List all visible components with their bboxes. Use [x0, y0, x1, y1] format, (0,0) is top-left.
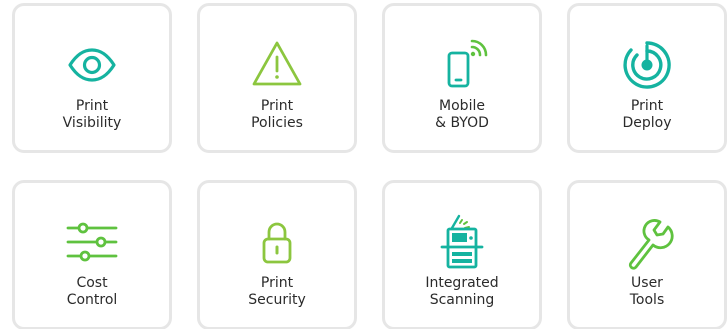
tile-print-policies[interactable]: Print Policies — [197, 3, 357, 153]
tile-label-line2: Tools — [629, 292, 665, 308]
wrench-icon — [619, 214, 675, 270]
eye-icon — [64, 37, 120, 93]
tile-print-deploy[interactable]: Print Deploy — [567, 3, 727, 153]
tile-label-line2: Policies — [251, 115, 303, 131]
tile-label-line1: Print — [260, 98, 294, 114]
tile-label-line2: Deploy — [622, 115, 672, 131]
tile-label-line1: User — [631, 275, 663, 291]
tile-label-line2: Scanning — [429, 292, 495, 308]
feature-tile-grid: Print Visibility Print Policies Mobile &… — [0, 0, 728, 329]
tile-label-line1: Print — [75, 98, 109, 114]
tile-label-line2: & BYOD — [435, 115, 489, 131]
tile-integrated-scanning[interactable]: Integrated Scanning — [382, 180, 542, 329]
tile-label: Cost Control — [15, 275, 169, 309]
tile-label: Print Security — [200, 275, 354, 309]
tile-label-line2: Security — [248, 292, 306, 308]
padlock-icon — [249, 214, 305, 270]
tile-label-line1: Cost — [76, 275, 108, 291]
tile-label-line1: Print — [630, 98, 664, 114]
radar-icon — [619, 37, 675, 93]
tile-label: Print Policies — [200, 98, 354, 132]
tile-label: Integrated Scanning — [385, 275, 539, 309]
tile-label: Mobile & BYOD — [385, 98, 539, 132]
tile-label: Print Deploy — [570, 98, 724, 132]
tile-label-line2: Control — [66, 292, 118, 308]
tile-label: User Tools — [570, 275, 724, 309]
warning-triangle-icon — [249, 37, 305, 93]
tile-label-line1: Mobile — [439, 98, 485, 114]
tile-label-line1: Print — [260, 275, 294, 291]
tile-cost-control[interactable]: Cost Control — [12, 180, 172, 329]
tile-label-line2: Visibility — [62, 115, 122, 131]
tile-label-line1: Integrated — [425, 275, 499, 291]
sliders-icon — [64, 214, 120, 270]
tile-print-visibility[interactable]: Print Visibility — [12, 3, 172, 153]
tile-mobile-byod[interactable]: Mobile & BYOD — [382, 3, 542, 153]
mobile-phone-icon — [434, 37, 490, 93]
tile-user-tools[interactable]: User Tools — [567, 180, 727, 329]
multifunction-printer-icon — [434, 214, 490, 270]
tile-label: Print Visibility — [15, 98, 169, 132]
tile-print-security[interactable]: Print Security — [197, 180, 357, 329]
